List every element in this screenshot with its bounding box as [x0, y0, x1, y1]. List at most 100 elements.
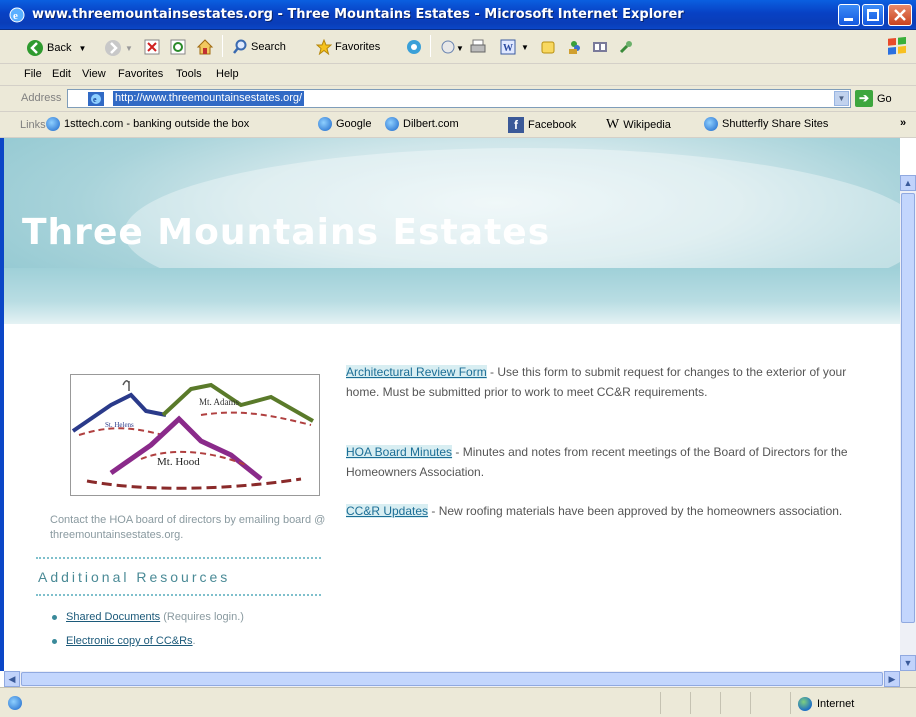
- menu-favorites[interactable]: Favorites: [118, 68, 163, 80]
- svg-text:▼: ▼: [456, 44, 464, 53]
- minimize-icon: [844, 18, 853, 21]
- menu-tools[interactable]: Tools: [176, 68, 202, 80]
- link-label: Facebook: [528, 119, 577, 131]
- address-dropdown-icon[interactable]: ▼: [834, 91, 849, 106]
- page-viewport: Three Mountains Estates St. Helens Mt. A…: [0, 138, 900, 671]
- three-mountains-logo: St. Helens Mt. Adams Mt. Hood: [70, 374, 320, 496]
- scroll-down-icon[interactable]: ▼: [900, 655, 916, 671]
- zone-label: Internet: [817, 698, 855, 710]
- horizontal-scrollbar[interactable]: ◀ ▶: [4, 671, 900, 687]
- windows-logo-icon: [888, 37, 906, 55]
- shared-documents-link[interactable]: Shared Documents: [66, 611, 160, 623]
- address-bar: Address e http://www.threemountainsestat…: [0, 86, 916, 112]
- ie-page-icon: [385, 117, 399, 131]
- messenger-icon[interactable]: [566, 39, 582, 55]
- svg-text:e: e: [93, 95, 97, 104]
- search-label: Search: [251, 41, 286, 53]
- address-url[interactable]: http://www.threemountainsestates.org/: [113, 91, 305, 106]
- scroll-up-icon[interactable]: ▲: [900, 175, 916, 191]
- resource-item: Electronic copy of CC&Rs.: [52, 635, 196, 647]
- architectural-review-form-link[interactable]: Architectural Review Form: [346, 365, 487, 379]
- dotted-divider: [36, 594, 321, 596]
- tool-icon[interactable]: [618, 39, 634, 55]
- content-entry: HOA Board Minutes - Minutes and notes fr…: [346, 442, 881, 482]
- stop-icon[interactable]: [144, 39, 160, 55]
- horizontal-scroll-thumb[interactable]: [21, 672, 883, 686]
- logo-label-st-helens: St. Helens: [105, 421, 134, 429]
- favorites-button[interactable]: Favorites: [316, 39, 380, 55]
- scroll-left-icon[interactable]: ◀: [4, 671, 20, 687]
- internet-globe-icon: [798, 697, 812, 711]
- search-button[interactable]: Search: [232, 39, 286, 55]
- resource-note: .: [192, 635, 196, 647]
- scroll-right-icon[interactable]: ▶: [884, 671, 900, 687]
- svg-text:e: e: [13, 10, 18, 22]
- star-icon: [316, 39, 332, 55]
- minimize-button[interactable]: [838, 4, 860, 26]
- address-label: Address: [21, 92, 62, 104]
- page-status-icon: [8, 696, 22, 710]
- maximize-icon: [867, 9, 879, 21]
- site-banner: Three Mountains Estates: [4, 138, 900, 324]
- menu-help[interactable]: Help: [216, 68, 239, 80]
- ccrs-copy-link[interactable]: Electronic copy of CC&Rs: [66, 635, 193, 647]
- mail-icon[interactable]: ▼: [440, 39, 464, 55]
- menu-edit[interactable]: Edit: [52, 68, 71, 80]
- address-input[interactable]: e http://www.threemountainsestates.org/ …: [67, 89, 851, 108]
- status-bar: Internet: [0, 687, 916, 717]
- link-label: Wikipedia: [623, 119, 671, 131]
- forward-button[interactable]: ▼: [104, 39, 133, 57]
- link-dilbert[interactable]: Dilbert.com: [385, 117, 459, 131]
- wikipedia-icon: W: [606, 117, 620, 132]
- media-icon[interactable]: [406, 39, 422, 55]
- forward-dropdown-icon: ▼: [125, 43, 133, 53]
- search-icon: [233, 39, 247, 54]
- go-arrow-icon: ➔: [855, 90, 873, 107]
- forward-arrow-icon: [105, 40, 121, 56]
- vertical-scroll-thumb[interactable]: [901, 193, 915, 623]
- ie-page-icon: [46, 117, 60, 131]
- link-google[interactable]: Google: [318, 117, 371, 131]
- links-label: Links: [20, 119, 46, 131]
- back-dropdown-icon: ▼: [78, 43, 87, 53]
- back-button[interactable]: Back ▼: [26, 39, 86, 57]
- menu-bar: File Edit View Favorites Tools Help: [0, 64, 916, 86]
- hoa-board-minutes-link[interactable]: HOA Board Minutes: [346, 445, 453, 459]
- maximize-button[interactable]: [862, 4, 884, 26]
- ccr-updates-link[interactable]: CC&R Updates: [346, 504, 429, 518]
- refresh-icon[interactable]: [170, 39, 186, 55]
- edit-word-icon[interactable]: W ▼: [500, 39, 530, 55]
- contact-text: Contact the HOA board of directors by em…: [50, 514, 326, 541]
- go-button[interactable]: ➔ Go: [855, 90, 892, 107]
- svg-text:▼: ▼: [521, 43, 529, 52]
- link-1sttech[interactable]: 1sttech.com - banking outside the box: [46, 117, 249, 131]
- link-facebook[interactable]: f Facebook: [508, 117, 576, 133]
- link-wikipedia[interactable]: W Wikipedia: [606, 117, 671, 133]
- vertical-scrollbar[interactable]: ▲ ▼: [900, 175, 916, 671]
- link-label: Google: [336, 118, 372, 130]
- bullet-icon: [52, 638, 57, 644]
- resource-item: Shared Documents (Requires login.): [52, 611, 244, 623]
- resource-note: (Requires login.): [160, 611, 244, 623]
- menu-file[interactable]: File: [24, 68, 42, 80]
- links-bar: Links 1sttech.com - banking outside the …: [0, 112, 916, 138]
- additional-resources-heading: Additional Resources: [38, 569, 231, 585]
- content-entry: Architectural Review Form - Use this for…: [346, 362, 881, 402]
- link-shutterfly[interactable]: Shutterfly Share Sites: [704, 117, 828, 131]
- research-icon[interactable]: [592, 39, 608, 55]
- notes-icon[interactable]: [540, 39, 556, 55]
- content-entry: CC&R Updates - New roofing materials hav…: [346, 501, 881, 521]
- print-icon[interactable]: [470, 39, 486, 55]
- window-title-bar[interactable]: e www.threemountainsestates.org - Three …: [0, 0, 916, 30]
- page-ie-icon: e: [88, 92, 104, 106]
- close-button[interactable]: [888, 4, 912, 26]
- site-title: Three Mountains Estates: [22, 212, 551, 253]
- bullet-icon: [52, 614, 57, 620]
- home-icon[interactable]: [196, 38, 214, 56]
- ie-logo-icon: e: [9, 7, 25, 23]
- logo-label-mt-hood: Mt. Hood: [157, 456, 200, 468]
- links-overflow-icon[interactable]: »: [900, 117, 906, 129]
- menu-view[interactable]: View: [82, 68, 106, 80]
- back-label: Back: [47, 42, 72, 54]
- dotted-divider: [36, 557, 321, 559]
